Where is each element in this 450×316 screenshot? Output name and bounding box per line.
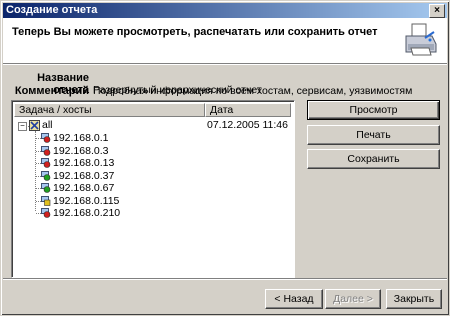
host-status-yellow-icon: [41, 195, 51, 206]
host-status-red-icon: [41, 158, 51, 168]
tree-line: [35, 131, 36, 211]
header-separator: [3, 63, 447, 65]
hosts-tree-table[interactable]: Задача / хосты Дата − all 07.12.2005 11:…: [11, 100, 295, 278]
title-bar[interactable]: Создание отчета ×: [3, 3, 447, 18]
host-status-red-icon: [41, 133, 51, 143]
host-status-green-icon: [41, 183, 51, 193]
tree-root-date: 07.12.2005 11:46: [207, 119, 288, 131]
save-button[interactable]: Сохранить: [307, 149, 440, 169]
print-button-label: Печать: [356, 129, 391, 141]
tree-root-label[interactable]: all: [42, 119, 53, 132]
page-heading: Теперь Вы можете просмотреть, распечатат…: [12, 26, 378, 38]
host-status-green-icon: [41, 170, 51, 181]
footer-separator: [3, 278, 447, 280]
back-button[interactable]: < Назад: [265, 289, 323, 309]
close-button-label: Закрыть: [393, 293, 435, 305]
back-button-label: < Назад: [274, 293, 314, 305]
host-status-red-icon: [41, 208, 51, 218]
host-row[interactable]: 192.168.0.13: [53, 157, 114, 170]
host-row[interactable]: 192.168.0.37: [53, 170, 114, 183]
host-row[interactable]: 192.168.0.3: [53, 145, 108, 158]
report-comment-label: Комментарий: [14, 85, 89, 97]
print-button[interactable]: Печать: [307, 125, 440, 145]
save-button-label: Сохранить: [347, 153, 400, 165]
close-button[interactable]: Закрыть: [386, 289, 442, 309]
host-status-red-icon: [41, 145, 51, 156]
host-row[interactable]: 192.168.0.210: [53, 207, 120, 220]
next-button[interactable]: Далее >: [325, 289, 381, 309]
wizard-header: Теперь Вы можете просмотреть, распечатат…: [3, 18, 447, 63]
preview-button[interactable]: Просмотр: [307, 100, 440, 120]
host-row[interactable]: 192.168.0.115: [53, 195, 119, 208]
task-all-icon: [29, 120, 40, 131]
column-header-task[interactable]: Задача / хосты: [14, 103, 205, 117]
report-wizard-window: Создание отчета × Теперь Вы можете просм…: [0, 0, 450, 316]
window-title: Создание отчета: [6, 4, 98, 16]
next-button-label: Далее >: [333, 293, 373, 305]
host-row[interactable]: 192.168.0.1: [53, 132, 108, 145]
host-row[interactable]: 192.168.0.67: [53, 182, 114, 195]
preview-button-label: Просмотр: [349, 104, 398, 116]
report-comment-row: Комментарий Подробная информация по всем …: [11, 85, 412, 97]
printer-icon: [405, 23, 437, 56]
report-comment-value: Подробная информация по всем хостам, сер…: [93, 85, 413, 97]
column-header-date[interactable]: Дата: [205, 103, 291, 117]
close-window-button[interactable]: ×: [429, 4, 445, 18]
